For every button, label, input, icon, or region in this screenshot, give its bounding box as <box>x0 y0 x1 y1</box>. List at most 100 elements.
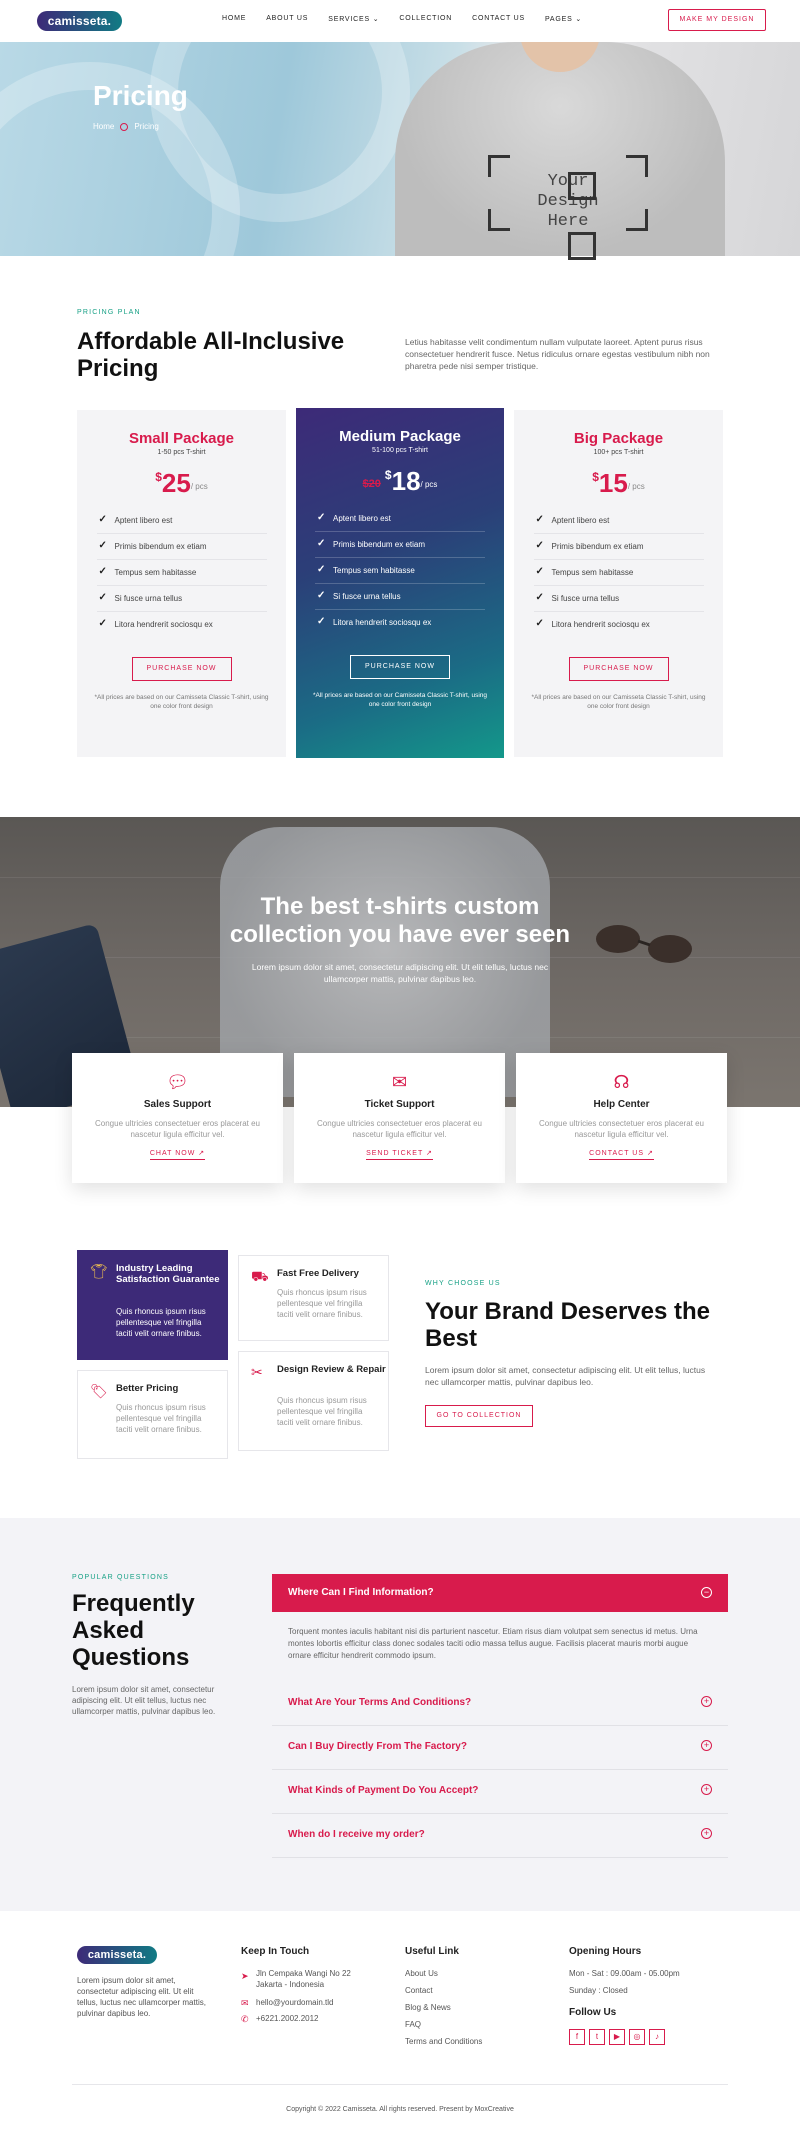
price-unit: / pcs <box>627 482 645 491</box>
why-lead: Lorem ipsum dolor sit amet, consectetur … <box>425 1365 706 1387</box>
check-icon: ✓ <box>98 618 107 629</box>
chevron-down-icon: ⌄ <box>575 16 582 23</box>
frame-corner <box>488 209 510 231</box>
faq-item-open[interactable]: Where Can I Find Information? − <box>272 1574 728 1612</box>
check-icon: ✓ <box>98 592 107 603</box>
footer-link-blog[interactable]: Blog & News <box>405 2003 451 2012</box>
banner-title-line: The best t-shirts custom <box>260 893 540 920</box>
nav-item-contact[interactable]: CONTACT US <box>472 15 525 23</box>
service-text: Congue ultricies consectetuer eros place… <box>539 1119 704 1139</box>
frame-corner <box>626 155 648 177</box>
check-icon: ✓ <box>98 514 107 525</box>
purchase-now-button[interactable]: PURCHASE NOW <box>568 657 669 681</box>
footer-email[interactable]: hello@yourdomain.tld <box>256 1997 334 2008</box>
pricing-card-medium: Medium Package 51-100 pcs T-shirt $20 $18… <box>296 408 504 758</box>
footer-logo[interactable]: camisseta. <box>77 1946 157 1964</box>
pricing-card-big: Big Package 100+ pcs T-shirt $15/ pcs ✓ A… <box>514 410 723 757</box>
tools-icon: ✂ <box>251 1364 263 1380</box>
breadcrumb: Home Pricing <box>93 122 159 131</box>
footer-link-about[interactable]: About Us <box>405 1969 438 1978</box>
feature-box-text: Quis rhoncus ipsum risus pellentesque ve… <box>116 1403 206 1434</box>
feature-box-title: Fast Free Delivery <box>277 1268 359 1279</box>
plan-note: *All prices are based on our Camisseta C… <box>531 694 706 710</box>
purchase-now-button[interactable]: PURCHASE NOW <box>131 657 232 681</box>
plus-circle-icon: + <box>701 1696 712 1707</box>
check-icon: ✓ <box>535 514 544 525</box>
plan-features: ✓ Aptent libero est ✓ Primis bibendum ex e… <box>315 506 485 635</box>
footer-hours-sunday: Sunday : Closed <box>569 1986 628 1995</box>
nav-item-collection[interactable]: COLLECTION <box>399 15 452 23</box>
contact-us-link[interactable]: CONTACT US ↗ <box>589 1149 654 1160</box>
feature-label: Primis bibendum ex etiam <box>333 540 426 549</box>
footer-divider <box>72 2084 728 2085</box>
feature-item: ✓ Primis bibendum ex etiam <box>533 534 704 560</box>
send-ticket-link[interactable]: SEND TICKET ↗ <box>366 1149 433 1160</box>
faq-item[interactable]: When do I receive my order? + <box>272 1814 728 1858</box>
feature-item: ✓ Aptent libero est <box>96 508 267 534</box>
banner-subtitle: Lorem ipsum dolor sit amet, consectetur … <box>251 962 549 984</box>
nav-item-pages[interactable]: PAGES ⌄ <box>545 15 582 23</box>
facebook-icon[interactable]: f <box>569 2029 585 2045</box>
plan-name: Small Package <box>128 430 235 447</box>
faq-item[interactable]: Can I Buy Directly From The Factory? + <box>272 1726 728 1770</box>
instagram-icon[interactable]: ◎ <box>629 2029 645 2045</box>
plan-price: $20 $18/ pcs <box>296 468 504 494</box>
price-unit: / pcs <box>190 482 208 491</box>
feature-label: Primis bibendum ex etiam <box>114 542 207 551</box>
nav-item-services-label: SERVICES <box>328 16 370 23</box>
feature-box-title: Design Review & Repair <box>277 1364 386 1375</box>
page-title: Pricing <box>93 80 188 111</box>
nav-item-services[interactable]: SERVICES ⌄ <box>328 15 379 23</box>
feature-label: Litora hendrerit sociosqu ex <box>114 620 213 629</box>
social-links: f t ▶ ◎ ♪ <box>569 2029 665 2045</box>
footer-link-faq[interactable]: FAQ <box>405 2020 421 2029</box>
why-title: Your Brand Deserves the Best <box>425 1298 710 1352</box>
feature-label: Tempus sem habitasse <box>333 566 415 575</box>
make-my-design-button[interactable]: MAKE MY DESIGN <box>668 9 766 31</box>
location-icon: ➤ <box>241 1971 249 1981</box>
faq-item[interactable]: What Are Your Terms And Conditions? + <box>272 1682 728 1726</box>
feature-label: Aptent libero est <box>551 516 610 525</box>
price-currency: $ <box>155 470 162 484</box>
nav-item-about[interactable]: ABOUT US <box>266 15 308 23</box>
feature-item: ✓ Tempus sem habitasse <box>533 560 704 586</box>
nav-item-home[interactable]: HOME <box>222 15 246 23</box>
feature-item: ✓ Aptent libero est <box>315 506 485 532</box>
feature-label: Litora hendrerit sociosqu ex <box>333 618 432 627</box>
faq-item[interactable]: What Kinds of Payment Do You Accept? + <box>272 1770 728 1814</box>
pricing-title: Affordable All-Inclusive Pricing <box>77 328 345 382</box>
faq-question: Where Can I Find Information? <box>288 1587 434 1598</box>
feature-label: Si fusce urna tellus <box>551 594 620 603</box>
feature-label: Si fusce urna tellus <box>333 592 401 601</box>
tiktok-icon[interactable]: ♪ <box>649 2029 665 2045</box>
purchase-now-button[interactable]: PURCHASE NOW <box>350 655 450 679</box>
frame-corner <box>626 209 648 231</box>
plan-note: *All prices are based on our Camisseta C… <box>94 694 269 710</box>
faq-answer: Torquent montes iaculis habitant nisi di… <box>288 1627 698 1660</box>
footer-link-terms[interactable]: Terms and Conditions <box>405 2037 482 2046</box>
plan-qty: 1-50 pcs T-shirt <box>157 449 206 456</box>
minus-circle-icon: − <box>701 1587 712 1598</box>
youtube-icon[interactable]: ▶ <box>609 2029 625 2045</box>
feature-item: ✓ Primis bibendum ex etiam <box>96 534 267 560</box>
feature-box-pricing: 🏷︎ Better Pricing Quis rhoncus ipsum ris… <box>77 1370 228 1459</box>
footer-phone[interactable]: +6221.2002.2012 <box>256 2013 319 2024</box>
breadcrumb-home[interactable]: Home <box>93 122 114 131</box>
copyright: Copyright © 2022 Camisseta. All rights r… <box>286 2106 514 2113</box>
check-icon: ✓ <box>98 566 107 577</box>
feature-box-text: Quis rhoncus ipsum risus pellentesque ve… <box>116 1307 206 1338</box>
breadcrumb-current: Pricing <box>134 122 159 131</box>
footer-link-contact[interactable]: Contact <box>405 1986 433 1995</box>
feature-item: ✓ Si fusce urna tellus <box>533 586 704 612</box>
mail-icon: ✉ <box>241 1998 249 2008</box>
feature-item: ✓ Primis bibendum ex etiam <box>315 532 485 558</box>
faq-question: Can I Buy Directly From The Factory? <box>288 1741 467 1752</box>
pricing-lead: Letius habitasse velit condimentum nulla… <box>405 337 710 371</box>
service-card-sales: 💬︎ Sales Support Congue ultricies consec… <box>72 1053 283 1183</box>
link-label: CONTACT US <box>589 1150 645 1157</box>
chat-now-link[interactable]: CHAT NOW ↗ <box>149 1149 206 1160</box>
twitter-icon[interactable]: t <box>589 2029 605 2045</box>
logo[interactable]: camisseta. <box>37 11 122 31</box>
faq-question: When do I receive my order? <box>288 1829 425 1840</box>
go-to-collection-button[interactable]: GO TO COLLECTION <box>425 1405 533 1427</box>
